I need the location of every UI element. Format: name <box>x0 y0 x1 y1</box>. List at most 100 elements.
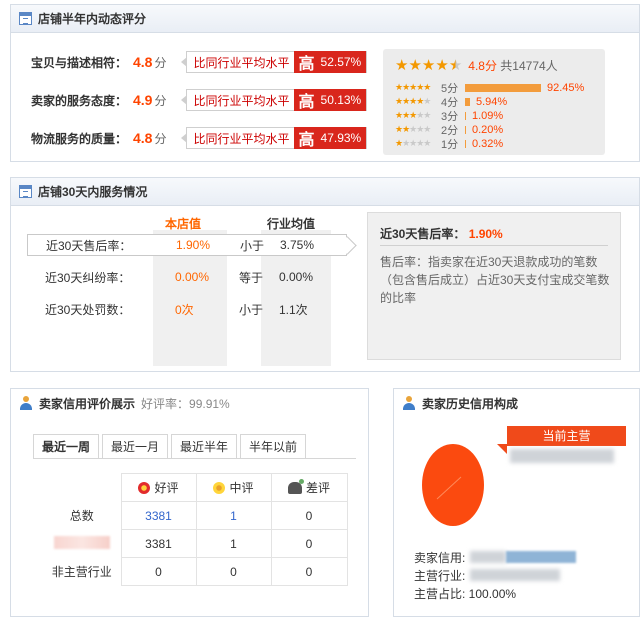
service-industry-value: 1.1次 <box>279 302 308 317</box>
tab-month[interactable]: 最近一月 <box>102 434 169 458</box>
high-badge: 高 52.57% <box>293 51 367 73</box>
dist-bar <box>465 83 541 92</box>
service-panel: 店铺30天内服务情况 本店值 行业均值 近30天售后率： 1.90% 小于 3.… <box>10 177 640 372</box>
blurred-text <box>53 535 110 549</box>
service-compare: 小于 <box>239 302 264 317</box>
main-business-tag: 当前主营 <box>497 426 626 454</box>
dsr-title: 店铺半年内动态评分 <box>38 12 147 26</box>
dsr-row-service: 卖家的服务态度： 4.9 分 比同行业平均水平 高 50.13% <box>31 89 368 111</box>
dsr-unit: 分 <box>154 55 167 70</box>
service-industry-value: 0.00% <box>279 270 314 284</box>
dist-pct: 1.09% <box>472 109 504 122</box>
tab-before-half-year[interactable]: 半年以前 <box>240 434 307 458</box>
blurred-credit-badge <box>506 551 576 563</box>
compare-text: 比同行业平均水平 <box>193 131 290 146</box>
compare-text: 比同行业平均水平 <box>193 55 290 70</box>
divider <box>380 245 608 246</box>
calendar-icon <box>19 185 32 198</box>
table-row: 非主营行业 0 0 0 <box>43 557 348 586</box>
service-info-title: 近30天售后率： 1.90% <box>380 227 503 241</box>
credit-title: 卖家信用评价展示 <box>39 396 136 411</box>
mid-count: 1 <box>195 529 272 558</box>
mid-count-link[interactable]: 1 <box>195 501 272 530</box>
dsr-row-description: 宝贝与描述相符： 4.8 分 比同行业平均水平 高 52.57% <box>31 51 368 73</box>
user-icon <box>402 396 416 410</box>
dsr-panel: 店铺半年内动态评分 宝贝与描述相符： 4.8 分 比同行业平均水平 高 52.57… <box>10 4 640 162</box>
blurred-text <box>510 449 614 463</box>
service-row-aftersale[interactable]: 近30天售后率： 1.90% 小于 3.75% <box>27 234 347 256</box>
main-ratio-line: 主营占比: 100.00% <box>414 587 517 601</box>
good-count-link[interactable]: 3381 <box>120 501 197 530</box>
stars-icon: ★★★★★ <box>395 110 431 120</box>
bad-count: 0 <box>270 501 348 530</box>
star-icon: ★ <box>395 57 409 74</box>
flower-yellow-icon <box>213 482 226 494</box>
half-star-icon: ★ <box>448 57 463 74</box>
dsr-label: 卖家的服务态度： <box>31 93 128 108</box>
row-label: 非主营行业 <box>43 557 122 586</box>
service-name: 近30天纠纷率： <box>45 270 131 285</box>
tab-underline <box>33 458 356 459</box>
rating-summary: ★ ★ ★ ★ ★ 4.8分 共14774人 <box>395 57 558 74</box>
dist-bar <box>465 139 466 148</box>
dist-row: ★★★★★ 2分 0.20% <box>395 123 504 137</box>
dist-bar <box>465 111 466 120</box>
credit-pie-chart <box>422 444 484 526</box>
dist-pct: 5.94% <box>476 95 508 108</box>
good-count: 0 <box>120 557 197 586</box>
service-info-box: 近30天售后率： 1.90% 售后率：指卖家在近30天退款成功的笔数（包含售后成… <box>367 212 621 360</box>
period-tabs: 最近一周 最近一月 最近半年 半年以前 <box>33 434 309 458</box>
rating-distribution-box: ★ ★ ★ ★ ★ 4.8分 共14774人 ★★★★★ 5分 92.45% ★… <box>383 49 605 155</box>
dsr-label: 宝贝与描述相符： <box>31 55 128 70</box>
stars-icon: ★★★★★ <box>395 124 431 134</box>
rating-table: 好评 中评 差评 总数 3381 1 0 3381 1 0 非主营行业 0 0 … <box>43 473 348 586</box>
dist-bar <box>465 97 470 106</box>
dist-bar <box>465 125 466 134</box>
service-row-dispute[interactable]: 近30天纠纷率： 0.00% 等于 0.00% <box>27 266 347 288</box>
history-title: 卖家历史信用构成 <box>422 396 519 411</box>
service-name: 近30天处罚数： <box>45 302 131 317</box>
good-count: 3381 <box>120 529 197 558</box>
good-rate: 好评率：99.91% <box>141 396 230 411</box>
dsr-row-logistics: 物流服务的质量： 4.8 分 比同行业平均水平 高 47.93% <box>31 127 368 149</box>
summary-total: 共14774人 <box>500 59 558 73</box>
dist-label: 1分 <box>441 138 459 151</box>
service-name: 近30天售后率： <box>46 238 132 253</box>
high-badge: 高 50.13% <box>293 89 367 111</box>
dist-pct: 0.20% <box>472 123 504 136</box>
service-info-desc: 售后率：指卖家在近30天退款成功的笔数（包含售后成立）占近30天支付宝成交笔数的… <box>380 255 610 305</box>
dist-row: ★★★★★ 1分 0.32% <box>395 137 504 151</box>
service-shop-value: 0次 <box>175 302 194 317</box>
dist-pct: 92.45% <box>547 81 585 94</box>
credit-panel: 卖家信用评价展示 好评率：99.91% 最近一周 最近一月 最近半年 半年以前 … <box>10 388 369 617</box>
compare-text: 比同行业平均水平 <box>193 93 290 108</box>
dist-row: ★★★★★ 4分 5.94% <box>395 95 508 109</box>
mid-count: 0 <box>195 557 272 586</box>
header-mid: 中评 <box>195 473 272 502</box>
dsr-label: 物流服务的质量： <box>31 131 128 146</box>
service-row-penalty[interactable]: 近30天处罚数： 0次 小于 1.1次 <box>27 298 347 320</box>
dsr-header: 店铺半年内动态评分 <box>11 5 639 33</box>
tab-week[interactable]: 最近一周 <box>33 434 100 458</box>
blurred-text <box>470 569 560 581</box>
col-shop-header: 本店值 <box>165 217 202 231</box>
summary-score: 4.8分 <box>468 59 497 73</box>
service-industry-value: 3.75% <box>280 238 315 252</box>
header-good: 好评 <box>120 473 197 502</box>
dsr-unit: 分 <box>154 131 167 146</box>
history-header: 卖家历史信用构成 <box>394 389 639 417</box>
dsr-score: 4.9 <box>133 92 153 108</box>
dist-row: ★★★★★ 3分 1.09% <box>395 109 504 123</box>
star-icon: ★ <box>408 57 422 74</box>
table-row: 3381 1 0 <box>43 529 348 558</box>
credit-header: 卖家信用评价展示 好评率：99.91% <box>11 389 368 417</box>
row-label: 总数 <box>43 501 122 530</box>
history-panel: 卖家历史信用构成 当前主营 卖家信用: 主营行业: 主营占比: 100.00% <box>393 388 640 617</box>
tab-half-year[interactable]: 最近半年 <box>171 434 238 458</box>
seller-credit-line: 卖家信用: <box>414 551 466 565</box>
stars-icon: ★★★★★ <box>395 96 431 106</box>
high-badge: 高 47.93% <box>293 127 367 149</box>
wilted-flower-icon <box>287 479 304 494</box>
star-icon: ★ <box>421 57 436 74</box>
dist-pct: 0.32% <box>472 137 504 150</box>
